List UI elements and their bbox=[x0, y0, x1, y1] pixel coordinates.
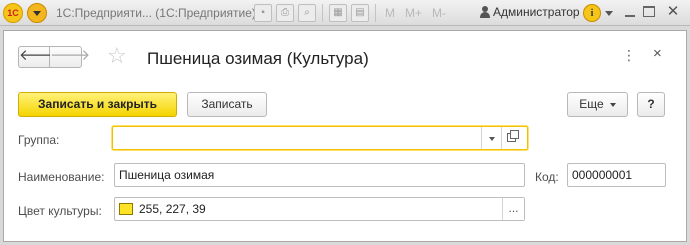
toolbar-divider bbox=[375, 4, 376, 22]
app-title: 1С:Предприяти... (1С:Предприятие) bbox=[56, 6, 256, 20]
navigation-buttons: 🡐 🡒 bbox=[18, 46, 90, 68]
forward-button[interactable]: 🡒 bbox=[50, 46, 90, 68]
form-window: 🡐 🡒 ☆ Пшеница озимая (Культура) ⋮ × Запи… bbox=[3, 30, 687, 242]
print-icon[interactable]: ⎙ bbox=[276, 4, 294, 22]
more-button-label: Еще bbox=[579, 97, 604, 111]
calculator-icon[interactable]: ▦ bbox=[329, 4, 347, 22]
color-swatch bbox=[119, 203, 133, 215]
memory-plus-button[interactable]: M+ bbox=[402, 4, 425, 22]
code-value: 000000001 bbox=[572, 168, 633, 182]
back-button[interactable]: 🡐 bbox=[18, 46, 59, 68]
name-value: Пшеница озимая bbox=[119, 168, 215, 182]
save-and-close-button[interactable]: Записать и закрыть bbox=[18, 92, 177, 117]
color-value: 255, 227, 39 bbox=[139, 202, 206, 216]
help-button[interactable]: ? bbox=[637, 92, 665, 117]
maximize-icon[interactable] bbox=[643, 6, 655, 17]
color-select-button[interactable]: ... bbox=[502, 198, 524, 220]
save-icon[interactable]: ▪ bbox=[254, 4, 272, 22]
info-dropdown-icon[interactable] bbox=[605, 11, 613, 16]
toolbar-divider bbox=[322, 4, 323, 22]
minimize-icon[interactable] bbox=[623, 4, 637, 20]
form-close-icon[interactable]: × bbox=[653, 45, 662, 62]
info-icon[interactable]: i bbox=[583, 4, 601, 22]
open-icon bbox=[507, 130, 519, 142]
group-open-button[interactable] bbox=[501, 127, 525, 149]
color-field[interactable]: 255, 227, 39 ... bbox=[114, 197, 525, 221]
group-label: Группа: bbox=[18, 133, 60, 147]
chevron-down-icon bbox=[489, 137, 495, 141]
user-icon bbox=[480, 6, 490, 18]
main-menu-button[interactable] bbox=[27, 3, 47, 23]
code-field[interactable]: 000000001 bbox=[567, 163, 666, 187]
chevron-down-icon bbox=[609, 102, 616, 107]
app-toolbar: ▪ ⎙ ⌕ ▦ ▤ M M+ M- bbox=[254, 4, 449, 22]
group-dropdown-button[interactable] bbox=[481, 127, 501, 149]
form-title: Пшеница озимая (Культура) bbox=[147, 49, 369, 68]
memory-minus-button[interactable]: M- bbox=[429, 4, 449, 22]
favorite-star-icon[interactable]: ☆ bbox=[107, 44, 127, 68]
calendar-icon[interactable]: ▤ bbox=[351, 4, 369, 22]
form-more-icon[interactable]: ⋮ bbox=[622, 47, 636, 64]
close-icon[interactable]: ✕ bbox=[665, 3, 681, 21]
name-field[interactable]: Пшеница озимая bbox=[114, 163, 525, 187]
code-label: Код: bbox=[535, 170, 559, 184]
name-label: Наименование: bbox=[18, 170, 105, 184]
memory-button[interactable]: M bbox=[382, 4, 398, 22]
save-button[interactable]: Записать bbox=[187, 92, 267, 117]
app-title-bar: 1С 1С:Предприяти... (1С:Предприятие) ▪ ⎙… bbox=[0, 0, 690, 26]
user-menu[interactable]: Администратор bbox=[480, 5, 580, 19]
preview-icon[interactable]: ⌕ bbox=[298, 4, 316, 22]
more-button[interactable]: Еще bbox=[567, 92, 628, 117]
color-label: Цвет культуры: bbox=[18, 204, 102, 218]
user-name: Администратор bbox=[493, 5, 580, 19]
app-logo-icon[interactable]: 1С bbox=[3, 3, 23, 23]
group-field[interactable] bbox=[112, 126, 528, 150]
